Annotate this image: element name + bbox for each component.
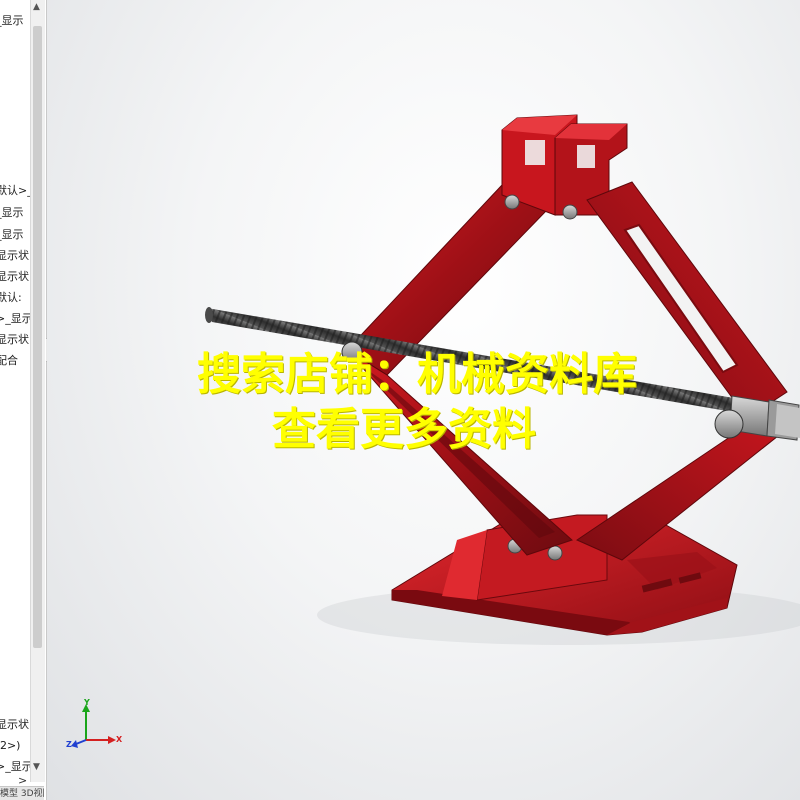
tree-scrollbar[interactable]: ▲ ▼ xyxy=(30,0,45,782)
graphics-viewport[interactable]: 搜索店铺：机械资料库 查看更多资料 xyxy=(47,0,800,800)
model-tabs-bar[interactable]: 模型 3D视图 xyxy=(0,786,44,800)
feature-tree-panel[interactable]: _显示 默认>_ _显示 _显示 显示状 显示状 默认: >_显示 显示状 配合… xyxy=(0,0,47,800)
scroll-down-icon[interactable]: ▼ xyxy=(33,762,40,772)
right-joint-nut xyxy=(714,409,744,439)
watermark-line-2: 查看更多资料 xyxy=(272,404,536,455)
reference-triad: Y X Z xyxy=(64,698,124,754)
x-axis-label: X xyxy=(116,735,123,744)
solidworks-window: _显示 默认>_ _显示 _显示 显示状 显示状 默认: >_显示 显示状 配合… xyxy=(0,0,800,800)
scroll-thumb[interactable] xyxy=(33,26,42,648)
y-axis-label: Y xyxy=(84,698,90,707)
scroll-up-icon[interactable]: ▲ xyxy=(33,2,40,12)
axis-triad-icon xyxy=(71,704,116,748)
z-axis-label: Z xyxy=(66,740,72,749)
